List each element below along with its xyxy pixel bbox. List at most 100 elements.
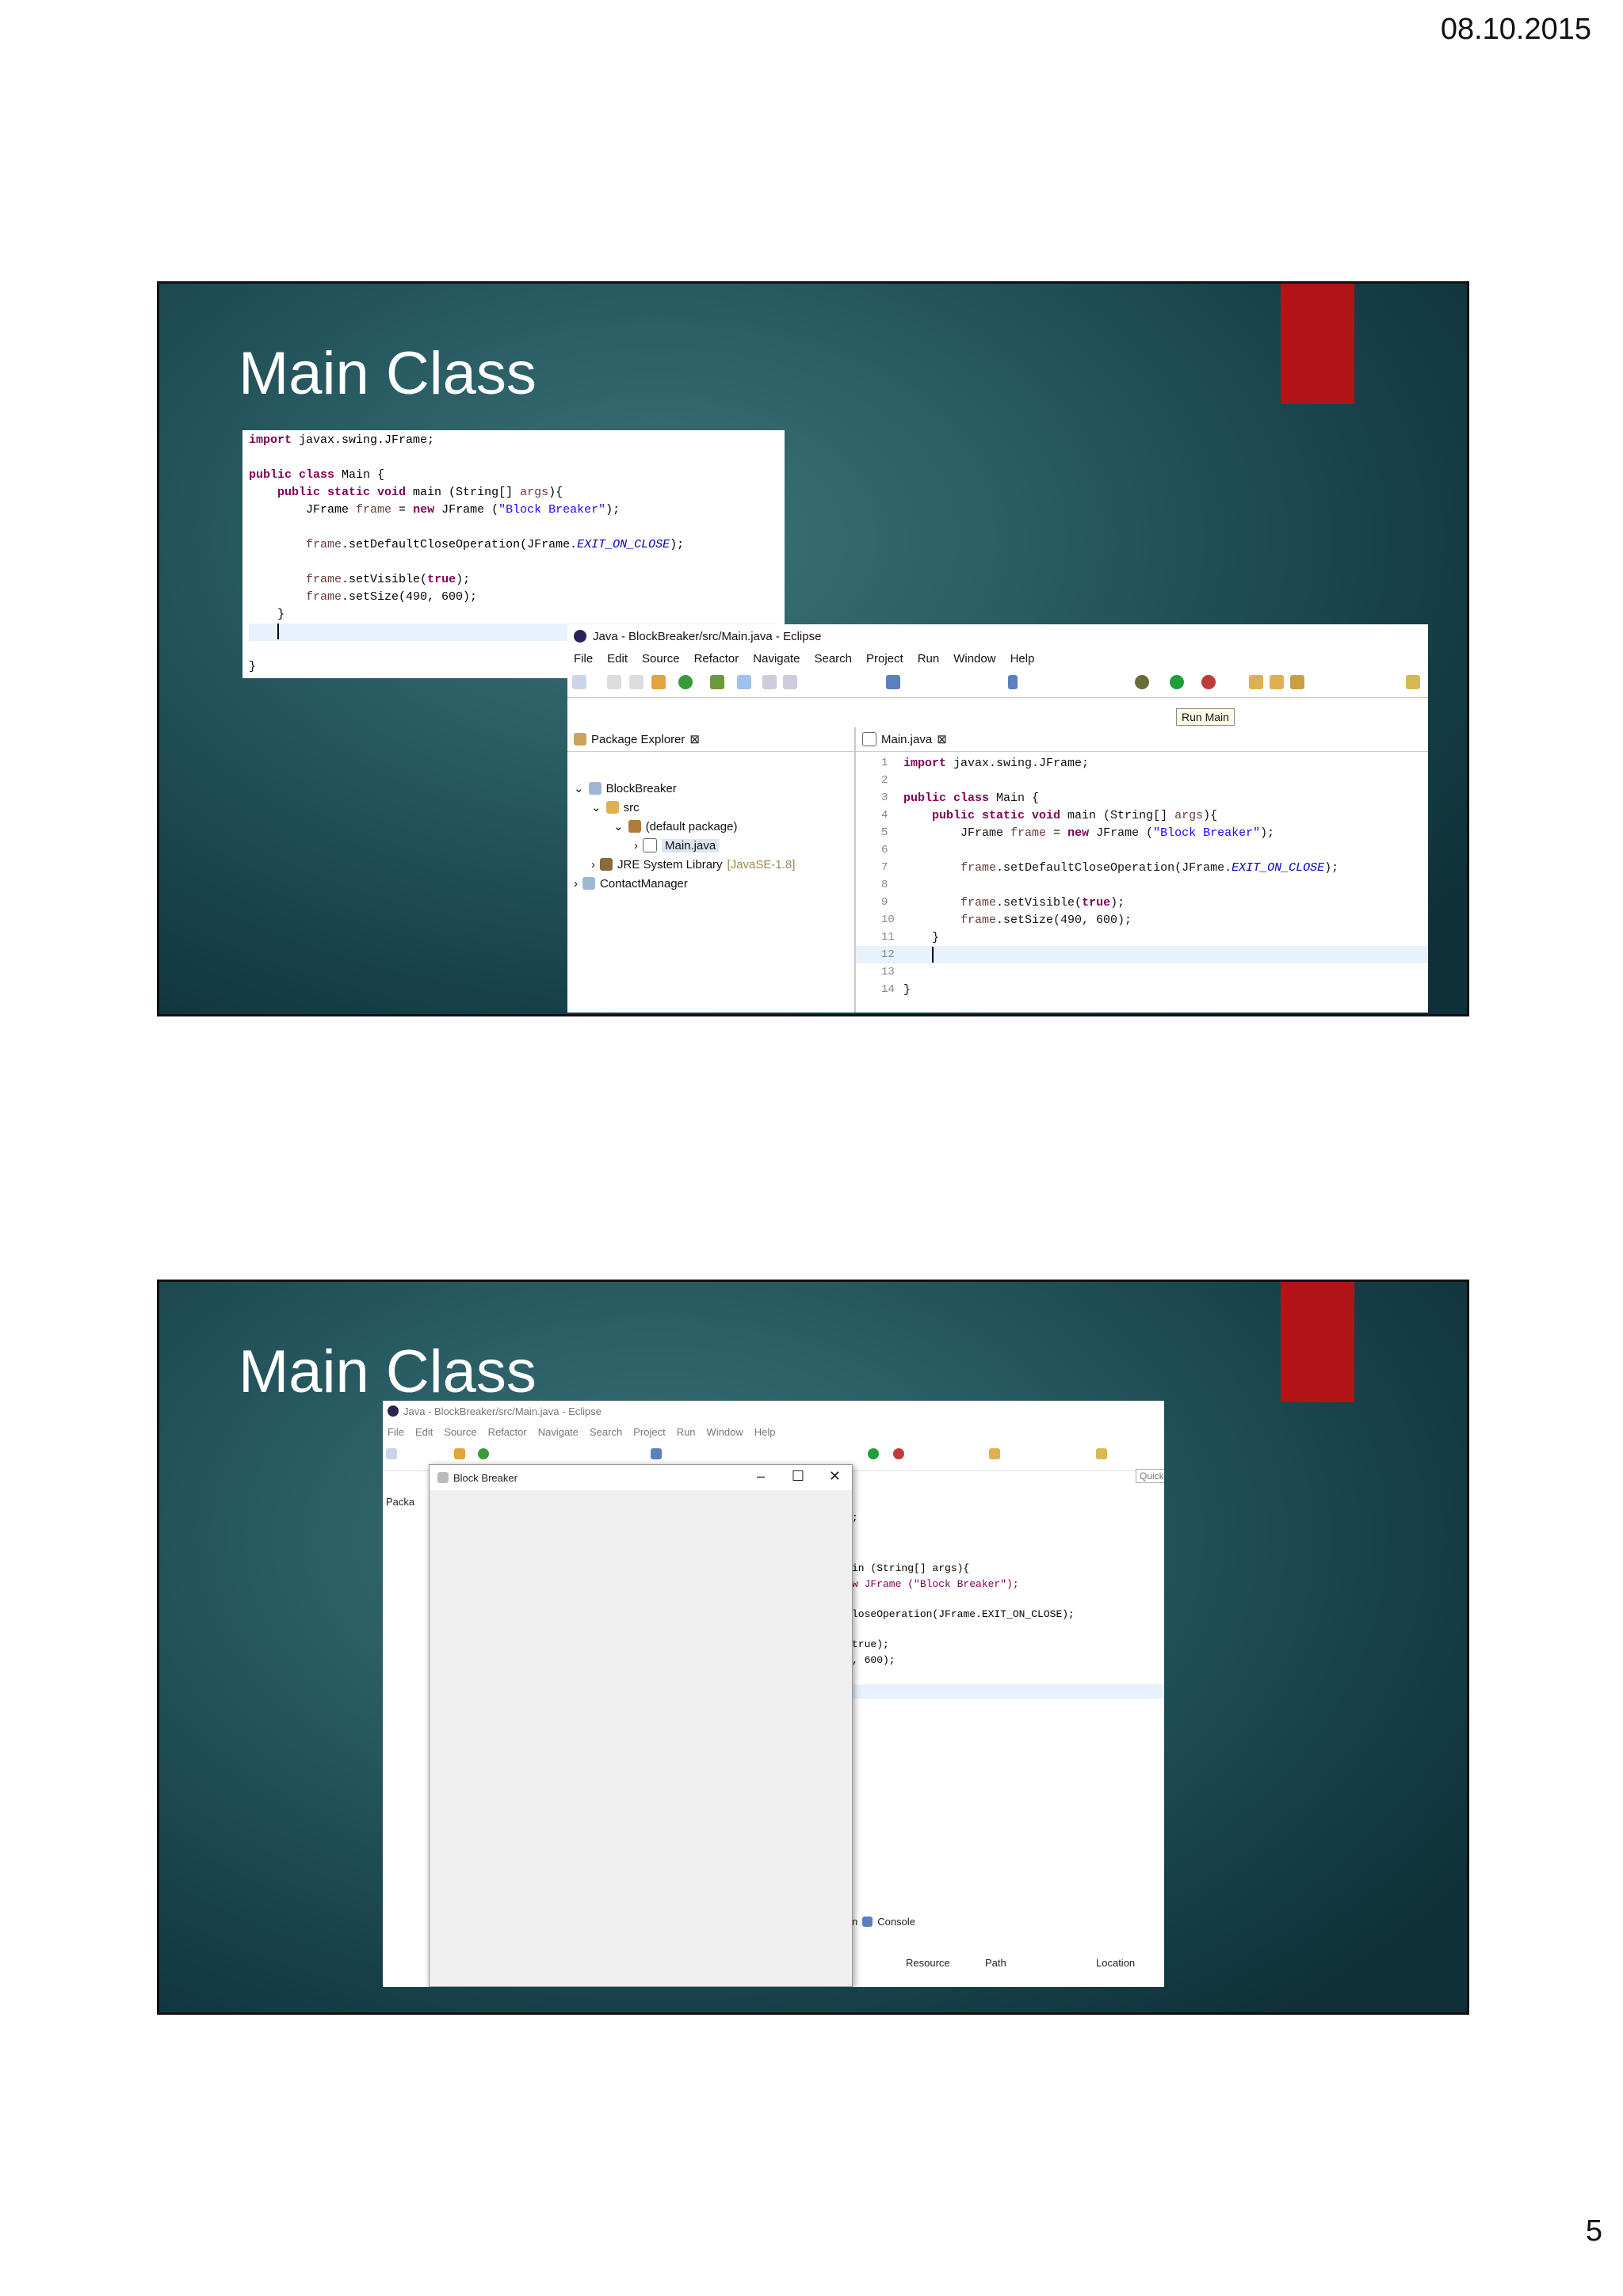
new-icon[interactable] bbox=[572, 675, 586, 689]
slide-1: Main Class import javax.swing.JFrame; pu… bbox=[157, 281, 1469, 1016]
open-folder-icon[interactable] bbox=[989, 1448, 1000, 1459]
accent-bar bbox=[1281, 284, 1354, 404]
save-icon[interactable] bbox=[607, 675, 621, 689]
close-icon[interactable]: ⊠ bbox=[689, 732, 700, 746]
close-icon[interactable]: ⊠ bbox=[937, 732, 947, 746]
menu-source[interactable]: Source bbox=[642, 652, 680, 666]
menu-file[interactable]: File bbox=[574, 652, 593, 666]
menu-refactor[interactable]: Refactor bbox=[488, 1426, 527, 1438]
tree-node-blockbreaker[interactable]: ⌄ BlockBreaker bbox=[567, 779, 854, 798]
nav2-icon[interactable] bbox=[783, 675, 797, 689]
minimize-button[interactable]: – bbox=[757, 1468, 765, 1485]
menu-run[interactable]: Run bbox=[918, 652, 940, 666]
tree-label: (default package) bbox=[645, 819, 738, 833]
menu-window[interactable]: Window bbox=[953, 652, 995, 666]
highlight-icon[interactable] bbox=[737, 675, 751, 689]
current-line-highlight bbox=[852, 1684, 1164, 1699]
quick-access-field[interactable]: Quick bbox=[1136, 1469, 1164, 1483]
menu-source[interactable]: Source bbox=[444, 1426, 476, 1438]
page-number: 5 bbox=[1585, 2214, 1602, 2248]
code-editor[interactable]: Main.java ⊠ 1 import javax.swing.JFrame; … bbox=[856, 727, 1428, 1013]
code-fragment-2: in (String[] args){ bbox=[852, 1562, 970, 1574]
column-header-location[interactable]: Location bbox=[1096, 1957, 1135, 1969]
chevron-right-icon: › bbox=[574, 876, 578, 891]
line-number: 1 bbox=[881, 757, 888, 769]
maximize-button[interactable]: ☐ bbox=[792, 1468, 804, 1485]
external-tools-icon[interactable] bbox=[1201, 675, 1216, 689]
open-type-icon[interactable] bbox=[1270, 675, 1284, 689]
menu-file[interactable]: File bbox=[388, 1426, 404, 1438]
tree-node-src[interactable]: ⌄ src bbox=[567, 798, 854, 817]
code-line-11: } bbox=[249, 608, 285, 621]
run-icon[interactable] bbox=[1170, 675, 1184, 689]
close-button[interactable]: ✕ bbox=[829, 1468, 841, 1485]
refresh-icon[interactable] bbox=[478, 1448, 489, 1459]
package-icon bbox=[628, 820, 641, 833]
chevron-down-icon: ⌄ bbox=[591, 801, 601, 814]
menu-edit[interactable]: Edit bbox=[607, 652, 628, 666]
code-fragment-1: ; bbox=[852, 1512, 858, 1524]
open-folder-icon[interactable] bbox=[1249, 675, 1263, 689]
folder-icon bbox=[605, 801, 619, 814]
run-icon[interactable] bbox=[868, 1448, 879, 1459]
menu-search[interactable]: Search bbox=[590, 1426, 622, 1438]
menu-navigate[interactable]: Navigate bbox=[753, 652, 800, 666]
block-breaker-titlebar[interactable]: Block Breaker – ☐ ✕ bbox=[430, 1465, 852, 1490]
java-file-icon bbox=[862, 732, 876, 746]
tree-node-main-java[interactable]: › Main.java bbox=[567, 836, 854, 855]
eclipse-title: Java - BlockBreaker/src/Main.java - Ecli… bbox=[593, 629, 822, 643]
tree-node-contactmanager[interactable]: › ContactManager bbox=[567, 874, 854, 893]
save-all-icon[interactable] bbox=[629, 675, 643, 689]
code-fragment-4: loseOperation(JFrame.EXIT_ON_CLOSE); bbox=[852, 1608, 1075, 1620]
line-number: 12 bbox=[881, 948, 895, 961]
console-tab[interactable]: n Console bbox=[852, 1916, 915, 1928]
eclipse-title: Java - BlockBreaker/src/Main.java - Ecli… bbox=[403, 1405, 601, 1417]
line-number: 11 bbox=[881, 931, 895, 944]
perspective-icon[interactable] bbox=[1406, 675, 1420, 689]
code-line-5: JFrame frame = new JFrame ("Block Breake… bbox=[249, 503, 621, 517]
monitor-icon[interactable] bbox=[651, 1448, 662, 1459]
eclipse-icon bbox=[574, 630, 586, 643]
new-icon[interactable] bbox=[386, 1448, 397, 1459]
line-number: 10 bbox=[881, 913, 895, 926]
menu-help[interactable]: Help bbox=[754, 1426, 776, 1438]
menu-edit[interactable]: Edit bbox=[415, 1426, 433, 1438]
tree-label: ContactManager bbox=[600, 876, 688, 891]
wand-icon[interactable] bbox=[1290, 675, 1304, 689]
menu-project[interactable]: Project bbox=[866, 652, 903, 666]
menu-help[interactable]: Help bbox=[1010, 652, 1035, 666]
refresh-icon[interactable] bbox=[678, 675, 693, 689]
menu-window[interactable]: Window bbox=[707, 1426, 743, 1438]
menu-run[interactable]: Run bbox=[677, 1426, 696, 1438]
tree-label: JRE System Library bbox=[617, 857, 723, 871]
menu-navigate[interactable]: Navigate bbox=[538, 1426, 579, 1438]
task-icon[interactable] bbox=[710, 675, 724, 689]
tree-node-jre[interactable]: › JRE System Library [JavaSE-1.8] bbox=[567, 855, 854, 874]
line-number: 3 bbox=[881, 791, 888, 804]
chevron-right-icon: › bbox=[591, 857, 595, 871]
package-explorer-icon bbox=[574, 733, 586, 746]
nav-icon[interactable] bbox=[762, 675, 777, 689]
external-tools-icon[interactable] bbox=[893, 1448, 904, 1459]
editor-tab[interactable]: Main.java ⊠ bbox=[856, 727, 1428, 752]
menu-refactor[interactable]: Refactor bbox=[694, 652, 739, 666]
build-icon[interactable] bbox=[454, 1448, 465, 1459]
pin-icon[interactable] bbox=[1008, 675, 1018, 689]
build-icon[interactable] bbox=[651, 675, 666, 689]
monitor-icon[interactable] bbox=[886, 675, 900, 689]
chevron-down-icon: ⌄ bbox=[574, 782, 584, 795]
perspective-icon[interactable] bbox=[1096, 1448, 1107, 1459]
column-header-resource[interactable]: Resource bbox=[906, 1957, 950, 1969]
line-number: 13 bbox=[881, 966, 895, 978]
tree-node-default-package[interactable]: ⌄ (default package) bbox=[567, 817, 854, 836]
menu-project[interactable]: Project bbox=[633, 1426, 665, 1438]
package-explorer-tab[interactable]: Package Explorer ⊠ bbox=[567, 727, 854, 752]
package-tab[interactable]: Packa bbox=[386, 1496, 414, 1508]
line-number: 6 bbox=[881, 844, 888, 856]
code-fragment-5: true); bbox=[852, 1638, 889, 1650]
slide-title: Main Class bbox=[239, 1338, 537, 1405]
menu-search[interactable]: Search bbox=[814, 652, 852, 666]
column-header-path[interactable]: Path bbox=[985, 1957, 1006, 1969]
debug-icon[interactable] bbox=[1135, 675, 1149, 689]
